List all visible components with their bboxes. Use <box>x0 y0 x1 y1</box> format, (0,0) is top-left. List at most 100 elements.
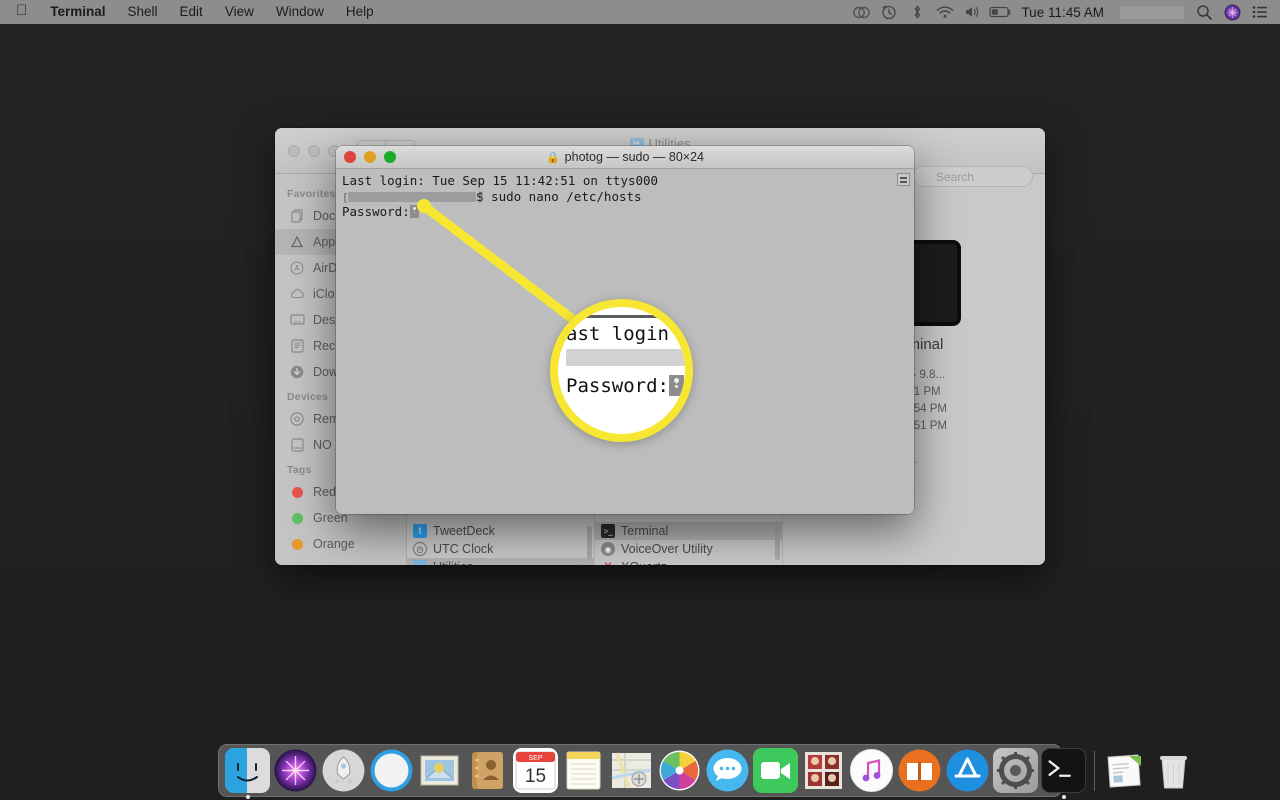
siri-icon[interactable] <box>273 748 318 793</box>
sidebar-label-tag-orange: Orange <box>313 537 355 551</box>
chevron-right-icon: ▶ <box>581 562 588 566</box>
zoom-line-redacted <box>566 347 685 373</box>
sidebar-label-documents: Doc <box>313 209 336 223</box>
tag-green-icon <box>289 510 305 526</box>
menu-item-terminal[interactable]: Terminal <box>39 0 116 24</box>
sidebar-label-downloads: Dow <box>313 365 339 379</box>
list-item[interactable]: ◉ VoiceOver Utility <box>595 540 782 558</box>
mail-icon[interactable] <box>417 748 462 793</box>
sidebar-label-recents: Rec <box>313 339 336 353</box>
apple-menu-icon[interactable]:  <box>10 0 39 23</box>
menu-item-help[interactable]: Help <box>335 0 385 24</box>
creative-cloud-icon[interactable] <box>847 0 875 24</box>
tag-red-icon <box>289 484 305 500</box>
list-item[interactable]: >_ Terminal <box>595 522 782 540</box>
list-item-label: XQuartz <box>621 560 667 565</box>
finder-icon[interactable] <box>225 748 270 793</box>
bluetooth-icon[interactable] <box>903 0 931 24</box>
column-scrollbar[interactable] <box>775 526 780 560</box>
desktop-icon <box>289 312 305 328</box>
tag-orange-icon <box>289 536 305 552</box>
battery-icon[interactable] <box>987 0 1015 24</box>
control-center-icon[interactable] <box>1246 0 1274 24</box>
facetime-icon[interactable] <box>753 748 798 793</box>
notes-icon[interactable] <box>561 748 606 793</box>
messages-icon[interactable] <box>705 748 750 793</box>
itunes-icon[interactable] <box>849 748 894 793</box>
callout-magnifier: ast login Password: <box>550 299 693 442</box>
finder-search-field[interactable]: Search <box>913 166 1033 187</box>
remote-disc-icon <box>289 411 305 427</box>
lock-icon: 🔒 <box>545 151 560 164</box>
menu-item-window[interactable]: Window <box>265 0 335 24</box>
terminal-icon: >_ <box>601 524 615 538</box>
macos-desktop:  Terminal Shell Edit View Window Help <box>0 0 1280 800</box>
menu-bar-left:  Terminal Shell Edit View Window Help <box>0 0 385 24</box>
running-indicator-dot <box>245 795 250 799</box>
zoom-line-last-login: ast login <box>566 323 669 345</box>
downloads-stack-icon[interactable] <box>1103 748 1148 793</box>
downloads-icon <box>289 364 305 380</box>
documents-icon <box>289 208 305 224</box>
system-preferences-icon[interactable] <box>993 748 1038 793</box>
terminal-scroll-indicator[interactable] <box>897 173 910 186</box>
terminal-line-password: Password: <box>342 204 908 220</box>
sidebar-label-desktop: Des <box>313 313 336 327</box>
menu-item-shell[interactable]: Shell <box>117 0 169 24</box>
utilities-folder-icon: ✂ <box>413 560 427 565</box>
list-item-label: TweetDeck <box>433 524 495 538</box>
terminal-title-text: photog — sudo — 80×24 <box>564 150 705 164</box>
calendar-icon[interactable]: SEP 15 <box>513 748 558 793</box>
dock[interactable]: SEP 15 <box>218 744 1187 799</box>
tweetdeck-icon: t <box>413 524 427 538</box>
zoom-line-password: Password: <box>566 373 685 399</box>
menu-item-view[interactable]: View <box>214 0 265 24</box>
svg-text:15: 15 <box>525 766 546 787</box>
list-item[interactable]: t TweetDeck <box>407 522 594 540</box>
sidebar-label-icloud: iClo <box>313 287 335 301</box>
dock-item-terminal[interactable] <box>1041 748 1086 799</box>
list-item-label: VoiceOver Utility <box>621 542 713 556</box>
list-item-label: UTC Clock <box>433 542 494 556</box>
wifi-icon[interactable] <box>931 0 959 24</box>
sidebar-label-tag-red: Red <box>313 485 336 499</box>
terminal-cursor <box>409 205 419 218</box>
list-item-label: Utilities <box>433 560 473 565</box>
photo-booth-icon[interactable] <box>801 748 846 793</box>
list-item[interactable]: X XQuartz <box>595 558 782 565</box>
redacted-prompt <box>348 192 476 202</box>
dock-item-finder[interactable] <box>225 748 270 799</box>
menu-item-edit[interactable]: Edit <box>169 0 214 24</box>
siri-icon[interactable] <box>1218 0 1246 24</box>
photos-icon[interactable] <box>657 748 702 793</box>
recents-icon <box>289 338 305 354</box>
list-item[interactable]: ◷ UTC Clock <box>407 540 594 558</box>
launchpad-icon[interactable] <box>321 748 366 793</box>
clock-icon: ◷ <box>413 542 427 556</box>
app-store-icon[interactable] <box>945 748 990 793</box>
trash-icon[interactable] <box>1151 748 1196 793</box>
terminal-titlebar[interactable]: 🔒 photog — sudo — 80×24 <box>336 146 914 169</box>
maps-icon[interactable] <box>609 748 654 793</box>
volume-icon[interactable] <box>959 0 987 24</box>
sidebar-label-hard-disk: NO <box>313 438 332 452</box>
redacted-username <box>1120 5 1184 19</box>
column-scrollbar[interactable] <box>587 526 592 560</box>
sidebar-label-airdrop: AirD <box>313 261 338 275</box>
spotlight-search-icon[interactable] <box>1190 0 1218 24</box>
contacts-icon[interactable] <box>465 748 510 793</box>
terminal-password-prompt: Password: <box>342 204 410 219</box>
sidebar-item-tag-orange[interactable]: Orange <box>275 531 406 557</box>
list-item[interactable]: ✂ Utilities ▶ <box>407 558 594 565</box>
zoom-divider <box>572 315 685 318</box>
zoom-cursor-icon <box>668 375 684 396</box>
airdrop-icon <box>289 260 305 276</box>
books-icon[interactable] <box>897 748 942 793</box>
terminal-window-title: 🔒 photog — sudo — 80×24 <box>336 150 914 164</box>
finder-search-placeholder: Search <box>936 169 975 184</box>
safari-icon[interactable] <box>369 748 414 793</box>
menu-bar-clock[interactable]: Tue 11:45 AM <box>1015 5 1114 20</box>
terminal-icon[interactable] <box>1041 748 1086 793</box>
running-indicator-dot <box>1061 795 1066 799</box>
time-machine-icon[interactable] <box>875 0 903 24</box>
